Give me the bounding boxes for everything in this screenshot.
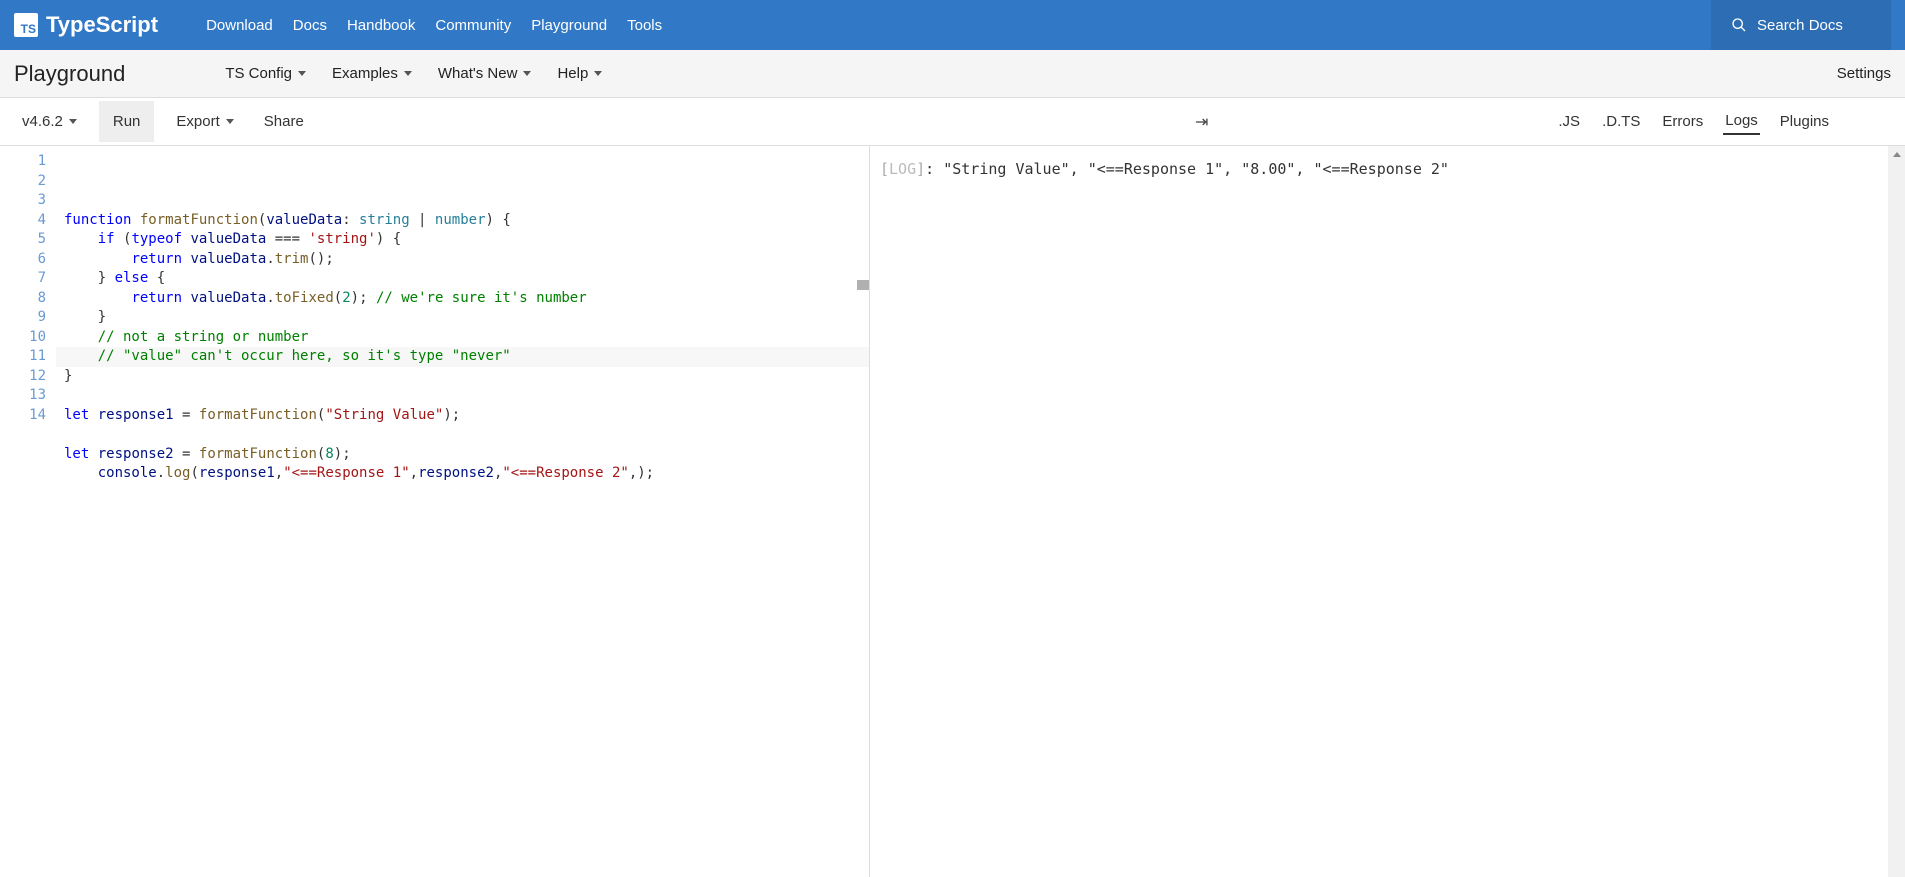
logo-icon: TS — [14, 13, 38, 37]
top-nav-links: Download Docs Handbook Community Playground T… — [206, 17, 662, 34]
output-pane: [LOG]: "String Value", "<==Response 1", … — [870, 146, 1905, 877]
code-line[interactable]: function formatFunction(valueData: strin… — [64, 211, 869, 231]
share-button[interactable]: Share — [250, 101, 318, 142]
log-prefix: [LOG] — [880, 160, 925, 178]
output-tabs: .JS .D.TS Errors Logs Plugins — [1556, 98, 1831, 146]
code-line[interactable]: // not a string or number — [64, 328, 869, 348]
code-line[interactable] — [64, 425, 869, 445]
collapse-arrow-icon[interactable]: ⇥ — [1187, 112, 1216, 132]
line-number: 13 — [0, 386, 46, 406]
line-number: 9 — [0, 308, 46, 328]
search-icon — [1731, 17, 1747, 33]
code-line[interactable]: let response1 = formatFunction("String V… — [64, 406, 869, 426]
code-line[interactable] — [64, 386, 869, 406]
output-tab-plugins[interactable]: Plugins — [1778, 109, 1831, 134]
line-number: 12 — [0, 367, 46, 387]
code-line[interactable]: } — [64, 308, 869, 328]
nav-link-community[interactable]: Community — [435, 17, 511, 34]
code-line[interactable]: return valueData.toFixed(2); // we're su… — [64, 289, 869, 309]
line-number: 1 — [0, 152, 46, 172]
nav-link-playground[interactable]: Playground — [531, 17, 607, 34]
line-number: 11 — [0, 347, 46, 367]
code-line[interactable]: // "value" can't occur here, so it's typ… — [64, 347, 869, 367]
run-button[interactable]: Run — [99, 101, 155, 142]
export-label: Export — [176, 113, 219, 130]
minimap-indicator — [857, 280, 869, 290]
chevron-down-icon — [523, 71, 531, 76]
nav-link-handbook[interactable]: Handbook — [347, 17, 415, 34]
subnav-what-s-new[interactable]: What's New — [438, 65, 532, 82]
output-tab-dts[interactable]: .D.TS — [1600, 109, 1642, 134]
editor-toolbar: v4.6.2 Run Export Share ⇥ .JS .D.TS Errors… — [0, 98, 1905, 146]
code-editor[interactable]: function formatFunction(valueData: strin… — [56, 146, 869, 877]
line-number: 8 — [0, 289, 46, 309]
line-number: 7 — [0, 269, 46, 289]
chevron-down-icon — [404, 71, 412, 76]
log-line: : "String Value", "<==Response 1", "8.00… — [925, 160, 1449, 178]
subnav-examples[interactable]: Examples — [332, 65, 412, 82]
output-tab-logs[interactable]: Logs — [1723, 108, 1760, 135]
nav-link-download[interactable]: Download — [206, 17, 273, 34]
chevron-down-icon — [298, 71, 306, 76]
code-line[interactable]: let response2 = formatFunction(8); — [64, 445, 869, 465]
code-line[interactable]: if (typeof valueData === 'string') { — [64, 230, 869, 250]
top-nav: TS TypeScript Download Docs Handbook Commun… — [0, 0, 1905, 50]
version-dropdown[interactable]: v4.6.2 — [14, 103, 85, 140]
output-body[interactable]: [LOG]: "String Value", "<==Response 1", … — [870, 146, 1905, 877]
chevron-down-icon — [594, 71, 602, 76]
logo[interactable]: TS TypeScript — [14, 12, 158, 38]
page-title: Playground — [14, 61, 125, 87]
line-number: 3 — [0, 191, 46, 211]
editor-pane[interactable]: 1234567891011121314 function formatFunct… — [0, 146, 870, 877]
code-line[interactable]: return valueData.trim(); — [64, 250, 869, 270]
subnav-ts-config[interactable]: TS Config — [225, 65, 306, 82]
scrollbar[interactable] — [1888, 146, 1905, 877]
output-tab-errors[interactable]: Errors — [1660, 109, 1705, 134]
line-number: 10 — [0, 328, 46, 348]
line-number: 2 — [0, 172, 46, 192]
line-number: 4 — [0, 211, 46, 231]
export-dropdown[interactable]: Export — [168, 103, 241, 140]
version-label: v4.6.2 — [22, 113, 63, 130]
code-line[interactable]: } — [64, 367, 869, 387]
subnav-help[interactable]: Help — [557, 65, 602, 82]
sub-nav-links: TS Config Examples What's New Help — [225, 65, 602, 82]
search-docs[interactable]: Search Docs — [1711, 0, 1891, 50]
line-number: 6 — [0, 250, 46, 270]
chevron-down-icon — [226, 119, 234, 124]
scroll-up-icon[interactable] — [1888, 146, 1905, 163]
chevron-down-icon — [69, 119, 77, 124]
sub-nav: Playground TS Config Examples What's New He… — [0, 50, 1905, 98]
brand-name: TypeScript — [46, 12, 158, 38]
nav-link-tools[interactable]: Tools — [627, 17, 662, 34]
code-line[interactable]: } else { — [64, 269, 869, 289]
line-gutter: 1234567891011121314 — [0, 146, 56, 877]
code-line[interactable]: console.log(response1,"<==Response 1",re… — [64, 464, 869, 484]
line-number: 5 — [0, 230, 46, 250]
search-placeholder: Search Docs — [1757, 17, 1843, 34]
settings-link[interactable]: Settings — [1837, 65, 1891, 82]
line-number: 14 — [0, 406, 46, 426]
nav-link-docs[interactable]: Docs — [293, 17, 327, 34]
main-area: 1234567891011121314 function formatFunct… — [0, 146, 1905, 877]
output-tab-js[interactable]: .JS — [1556, 109, 1582, 134]
